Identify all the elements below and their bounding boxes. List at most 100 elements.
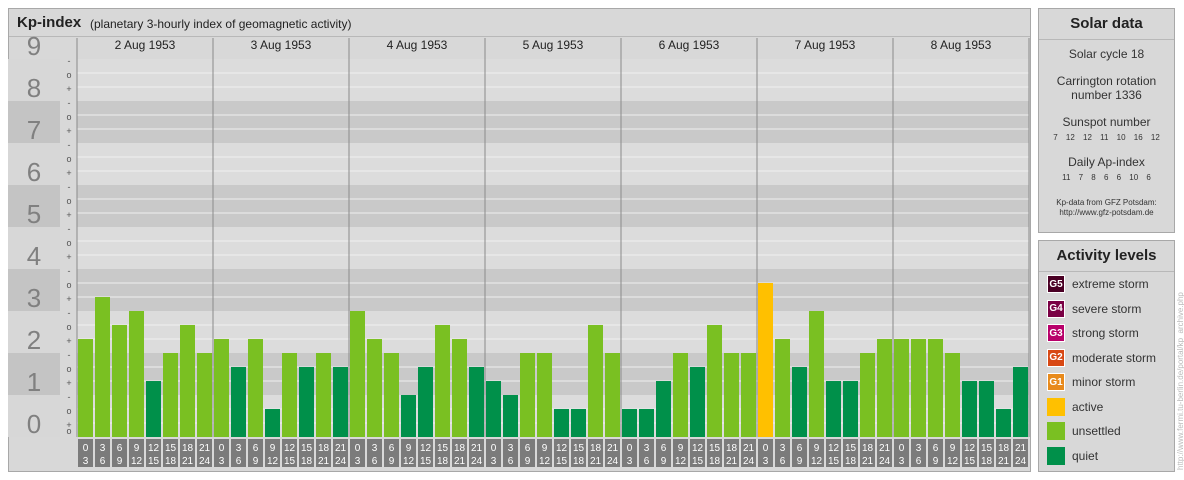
- hour-end-label: 6: [780, 456, 786, 467]
- y-subtick-label: +: [66, 378, 71, 388]
- hour-start-label: 6: [797, 443, 803, 454]
- hour-start-label: 6: [389, 443, 395, 454]
- kp-bar: [945, 353, 960, 437]
- legend-swatch: [1047, 397, 1065, 416]
- legend-label: strong storm: [1072, 326, 1139, 340]
- kp-bar: [401, 395, 416, 437]
- hour-end-label: 6: [508, 456, 514, 467]
- legend-label: active: [1072, 399, 1104, 414]
- kp-bar: [605, 353, 620, 437]
- legend-label: minor storm: [1072, 375, 1136, 389]
- kp-bar: [418, 366, 433, 437]
- hour-start-label: 18: [862, 443, 874, 454]
- hour-end-label: 24: [335, 456, 347, 467]
- hour-end-label: 3: [219, 456, 225, 467]
- hour-start-label: 12: [420, 443, 432, 454]
- hour-end-label: 18: [165, 456, 177, 467]
- y-subtick-label: o: [66, 70, 71, 80]
- kp-bar: [860, 353, 875, 437]
- hour-start-label: 3: [916, 443, 922, 454]
- kp-bar: [707, 324, 722, 437]
- credit-url[interactable]: http://www.gfz-potsdam.de: [1039, 208, 1174, 218]
- hour-start-label: 12: [828, 443, 840, 454]
- kp-bar: [809, 311, 824, 437]
- hour-end-label: 6: [916, 456, 922, 467]
- y-subtick-label: -: [68, 98, 71, 108]
- kp-bar: [112, 324, 127, 437]
- hour-start-label: 3: [100, 443, 106, 454]
- hour-end-label: 15: [148, 456, 160, 467]
- hour-start-label: 6: [117, 443, 123, 454]
- ap-index-values: 11 7 8 6 6 10 6: [1062, 173, 1151, 182]
- carrington-line-2: number 1336: [1071, 88, 1142, 102]
- activity-levels-panel: Activity levels G5 extreme storm G4 severe …: [1038, 240, 1175, 472]
- hour-start-label: 9: [950, 443, 956, 454]
- hour-start-label: 0: [355, 443, 361, 454]
- kp-bar: [367, 339, 382, 437]
- hour-end-label: 3: [355, 456, 361, 467]
- y-tick-label-2: 2: [27, 325, 41, 355]
- hour-end-label: 21: [726, 456, 738, 467]
- hour-start-label: 6: [933, 443, 939, 454]
- hour-end-label: 12: [539, 456, 551, 467]
- hour-end-label: 15: [284, 456, 296, 467]
- kp-bar: [520, 353, 535, 437]
- y-subtick-label: +: [66, 210, 71, 220]
- y-subtick-label: o: [66, 196, 71, 206]
- legend-item-severe-storm: G4 severe storm: [1047, 299, 1141, 318]
- hour-start-label: 0: [627, 443, 633, 454]
- solar-data-panel: Solar data Solar cycle 18 Carrington rot…: [1038, 8, 1175, 233]
- legend-label: unsettled: [1072, 424, 1121, 438]
- day-label: 7 Aug 1953: [795, 38, 856, 52]
- hour-start-label: 15: [709, 443, 721, 454]
- hour-start-label: 15: [981, 443, 993, 454]
- kp-bar: [724, 353, 739, 437]
- kp-band: [77, 185, 1029, 227]
- credit-line-1: Kp-data from GFZ Potsdam:: [1056, 198, 1157, 207]
- kp-bar: [333, 366, 348, 437]
- hour-end-label: 12: [403, 456, 415, 467]
- source-watermark: http://www.fermi.tu-berlin.de/portal/kp_…: [1176, 292, 1184, 470]
- hour-end-label: 24: [743, 456, 755, 467]
- legend-swatch: [1047, 422, 1065, 440]
- y-tick-label-7: 7: [27, 115, 41, 145]
- y-tick-label-3: 3: [27, 283, 41, 313]
- day-label: 2 Aug 1953: [115, 38, 176, 52]
- hour-end-label: 3: [763, 456, 769, 467]
- day-label: 3 Aug 1953: [251, 38, 312, 52]
- hour-start-label: 15: [437, 443, 449, 454]
- kp-bar: [537, 353, 552, 437]
- hour-start-label: 3: [780, 443, 786, 454]
- hour-start-label: 0: [83, 443, 89, 454]
- solar-cycle: Solar cycle 18: [1068, 47, 1145, 61]
- legend-swatch: G2: [1047, 348, 1065, 367]
- legend-label: extreme storm: [1072, 277, 1149, 291]
- kp-bar: [265, 408, 280, 437]
- kp-bar: [299, 366, 314, 437]
- kp-bar-chart: 0123456789+o-+o-+o-+o-+o-+o-+o-+o-+o-o2 …: [8, 31, 1030, 467]
- hour-end-label: 21: [862, 456, 874, 467]
- y-subtick-label: +: [66, 84, 71, 94]
- hour-end-label: 9: [661, 456, 667, 467]
- hour-end-label: 12: [947, 456, 959, 467]
- y-tick-label-5: 5: [27, 199, 41, 229]
- kp-band: [77, 101, 1029, 143]
- kp-bar: [469, 366, 484, 437]
- y-subtick-label: o: [66, 154, 71, 164]
- hour-end-label: 3: [491, 456, 497, 467]
- hour-end-label: 18: [301, 456, 313, 467]
- legend-item-minor-storm: G1 minor storm: [1047, 373, 1135, 391]
- legend-item-moderate-storm: G2 moderate storm: [1047, 348, 1156, 367]
- hour-end-label: 15: [556, 456, 568, 467]
- hour-start-label: 9: [134, 443, 140, 454]
- day-label: 8 Aug 1953: [931, 38, 992, 52]
- hour-start-label: 0: [219, 443, 225, 454]
- hour-end-label: 9: [117, 456, 123, 467]
- hour-start-label: 18: [454, 443, 466, 454]
- legend-swatch: G1: [1047, 373, 1065, 391]
- kp-bar: [775, 339, 790, 437]
- hour-end-label: 12: [267, 456, 279, 467]
- hour-start-label: 12: [284, 443, 296, 454]
- kp-bar: [214, 339, 229, 437]
- kp-bar: [1013, 366, 1028, 437]
